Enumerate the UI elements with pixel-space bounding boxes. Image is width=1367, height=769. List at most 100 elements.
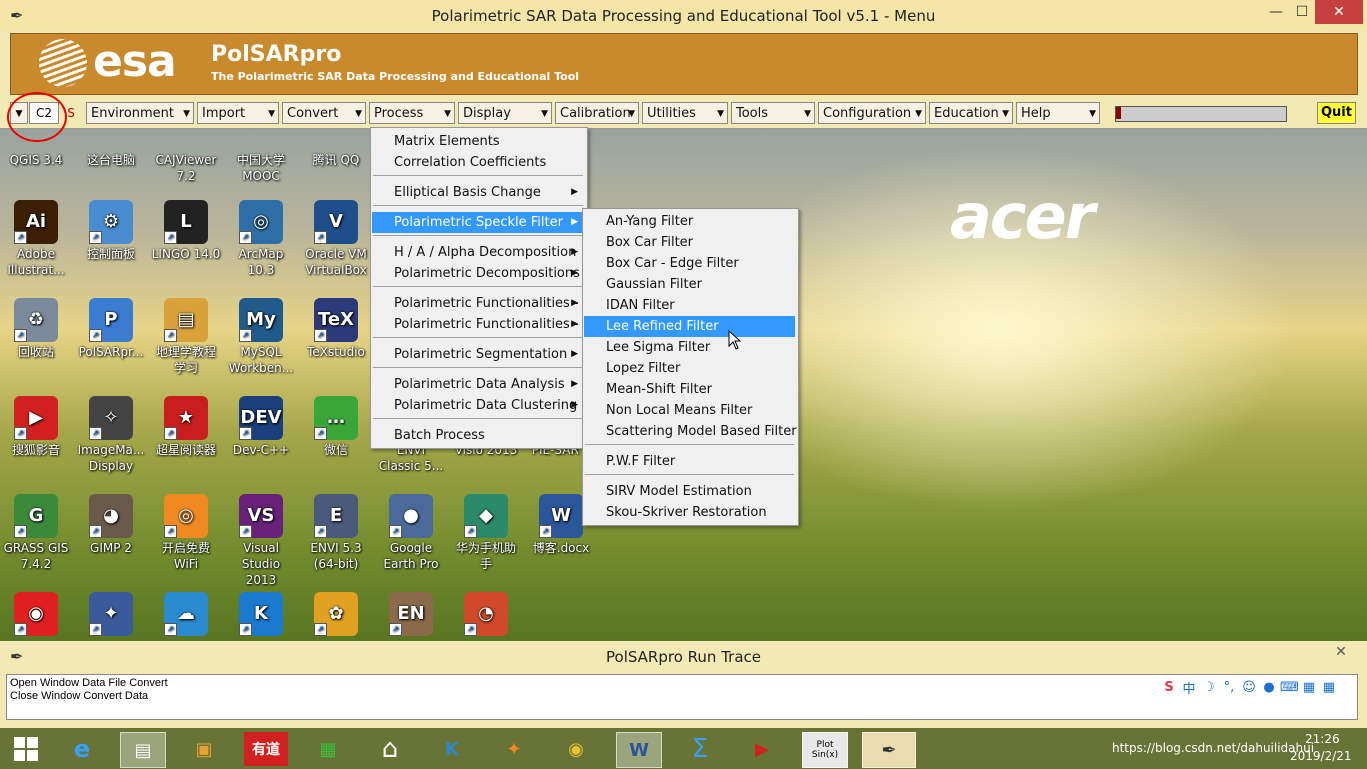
speckle-filter-item[interactable]: Non Local Means Filter [584,400,795,421]
process-menu-item[interactable]: Polarimetric Data Analysis ▶ [372,374,584,395]
process-menu-item[interactable]: Correlation Coefficients [372,152,584,173]
close-button[interactable]: ✕ [1315,0,1363,24]
desktop-shortcut[interactable]: ♻ ↗ 回收站 [0,298,72,360]
skin-icon[interactable]: ▦ [1300,680,1318,695]
clock-time[interactable]: 21:26 [1305,732,1340,746]
speckle-filter-item[interactable]: Lee Sigma Filter [584,337,795,358]
store-icon[interactable]: ▦ [306,732,350,766]
word-icon[interactable]: W [616,732,662,768]
desktop-shortcut[interactable]: ◎ ↗ 开启免费 WiFi [150,494,222,572]
menu-tools-button[interactable]: Tools ▼ [731,102,815,124]
desktop-shortcut[interactable]: E ↗ ENVI 5.3 (64-bit) [300,494,372,572]
process-menu-item[interactable]: Polarimetric Functionalities - 1 ▶ [372,293,591,314]
process-menu-item[interactable]: Matrix Elements [372,131,584,152]
desktop-shortcut[interactable]: V ↗ Oracle VM VirtualBox [300,200,372,278]
app-glyph-icon: DEV [240,407,282,428]
menu-configuration-button[interactable]: Configuration ▼ [818,102,926,124]
desktop-shortcut[interactable]: K ↗ [225,592,297,638]
desktop-shortcut[interactable]: ● ↗ Google Earth Pro [375,494,447,572]
process-menu-item[interactable]: H / A / Alpha Decomposition ▶ [372,242,584,263]
process-menu-item[interactable]: Polarimetric Speckle Filter ▶ [372,212,584,233]
desktop-shortcut[interactable]: VS ↗ Visual Studio 2013 [225,494,297,588]
desktop-shortcut[interactable]: Ai ↗ Adobe Illustrat... [0,200,72,278]
menu-import-button[interactable]: Import ▼ [197,102,279,124]
speckle-filter-item[interactable]: An-Yang Filter [584,211,795,232]
moon-icon[interactable]: ☽ [1200,680,1218,695]
trace-close-button[interactable]: ✕ [1326,641,1356,663]
punctuation-icon[interactable]: °, [1220,680,1238,695]
youdao-icon[interactable]: 有道 [244,732,288,766]
internet-explorer-icon[interactable]: e [60,732,104,766]
kugou-icon[interactable]: K [430,732,474,766]
sogou-icon[interactable]: S [1160,680,1178,695]
desktop-shortcut[interactable]: ▤ ↗ 地理学教程 学习 [150,298,222,376]
menu-environment-button[interactable]: Environment ▼ [86,102,194,124]
process-menu-item[interactable]: Elliptical Basis Change ▶ [372,182,584,203]
speckle-filter-item[interactable]: SIRV Model Estimation [584,481,795,502]
fox-icon[interactable]: ✦ [492,732,536,766]
speckle-filter-item[interactable]: IDAN Filter [584,295,795,316]
desktop-shortcut[interactable]: … ↗ 微信 [300,396,372,458]
microphone-icon[interactable]: ● [1260,680,1278,695]
chrome-icon[interactable]: ◉ [554,732,598,766]
ime-toolbar[interactable]: S 中 ☽ °, ☺ ● ⌨ ▦ ▦ [1160,676,1356,698]
speckle-filter-item[interactable]: Box Car Filter [584,232,795,253]
process-menu-item[interactable]: Polarimetric Data Clustering ▶ [372,395,584,416]
process-menu-item[interactable]: Polarimetric Segmentation ▶ [372,344,584,365]
speckle-filter-item[interactable]: P.W.F Filter [584,451,795,472]
desktop-shortcut[interactable]: ◔ ↗ [450,592,522,638]
file-explorer-icon[interactable]: ▤ [120,732,166,768]
desktop-shortcut[interactable]: ◕ ↗ GIMP 2 [75,494,147,556]
plot-window-button[interactable]: Plot Sin(x) [802,732,848,768]
chinese-mode-icon[interactable]: 中 [1180,678,1198,697]
desktop-shortcut[interactable]: ✧ ↗ ImageMa... Display [75,396,147,474]
speckle-filter-item[interactable]: Gaussian Filter [584,274,795,295]
maximize-button[interactable]: ☐ [1287,0,1317,24]
process-menu-item[interactable]: Polarimetric Decompositions ▶ [372,263,584,284]
speckle-filter-item[interactable]: Skou-Skriver Restoration [584,502,795,523]
menu-utilities-button[interactable]: Utilities ▼ [642,102,728,124]
sigma-icon[interactable]: Σ [678,732,722,766]
sohu-video-icon[interactable]: ▶ [740,732,784,766]
menu-calibration-button[interactable]: Calibration ▼ [555,102,639,124]
speckle-filter-item[interactable]: Mean-Shift Filter [584,379,795,400]
menu-help-button[interactable]: Help ▼ [1016,102,1100,124]
desktop-shortcut[interactable]: P ↗ PolSARpr... [75,298,147,360]
desktop-shortcut[interactable]: TeX ↗ TeXstudio [300,298,372,360]
speckle-filter-item[interactable]: Lopez Filter [584,358,795,379]
desktop-shortcut[interactable]: EN ↗ [375,592,447,638]
desktop-shortcut[interactable]: ★ ↗ 超星阅读器 [150,396,222,458]
trace-log[interactable]: Open Window Data File Convert Close Wind… [6,674,1358,720]
desktop-shortcut[interactable]: ☁ ↗ [150,592,222,638]
speckle-filter-item[interactable]: Box Car - Edge Filter [584,253,795,274]
desktop-shortcut[interactable]: ✿ ↗ [300,592,372,638]
desktop-shortcut[interactable]: L ↗ LINGO 14.0 [150,200,222,262]
desktop-shortcut[interactable]: ◎ ↗ ArcMap 10.3 [225,200,297,278]
desktop-shortcut[interactable]: ✦ ↗ [75,592,147,638]
desktop-shortcut[interactable]: ◉ ↗ [0,592,72,638]
speckle-filter-item[interactable]: Scattering Model Based Filter [584,421,797,442]
menu-education-button[interactable]: Education ▼ [929,102,1013,124]
polsarpro-task-icon[interactable]: ✒ [862,732,916,768]
desktop-shortcut[interactable]: ⚙ ↗ 控制面板 [75,200,147,262]
home-icon[interactable]: ⌂ [368,732,412,766]
process-menu-item[interactable]: Batch Process [372,425,584,446]
desktop-shortcut[interactable]: ▶ ↗ 搜狐影音 [0,396,72,458]
menu-convert-button[interactable]: Convert ▼ [282,102,366,124]
emoji-icon[interactable]: ☺ [1240,680,1258,695]
menu-process-button[interactable]: Process ▼ [369,102,455,124]
clock-date[interactable]: 2019/2/21 [1290,749,1352,763]
keyboard-icon[interactable]: ⌨ [1280,680,1299,695]
quit-button[interactable]: Quit [1317,102,1356,124]
start-button[interactable] [4,732,48,766]
desktop-shortcut[interactable]: G ↗ GRASS GIS 7.4.2 [0,494,72,572]
process-menu-item[interactable]: Polarimetric Functionalities - 2 ▶ [372,314,591,335]
desktop-shortcut[interactable]: ◆ ↗ 华为手机助 手 [450,494,522,572]
toolbox-icon[interactable]: ▦ [1320,680,1338,695]
menu-item-label: H / A / Alpha Decomposition [394,245,577,260]
speckle-filter-item[interactable]: Lee Refined Filter [584,316,795,337]
notes-app-icon[interactable]: ▣ [182,732,226,766]
menu-display-button[interactable]: Display ▼ [458,102,552,124]
desktop-shortcut[interactable]: My ↗ MySQL Workben... [225,298,297,376]
desktop-shortcut[interactable]: DEV ↗ Dev-C++ [225,396,297,458]
